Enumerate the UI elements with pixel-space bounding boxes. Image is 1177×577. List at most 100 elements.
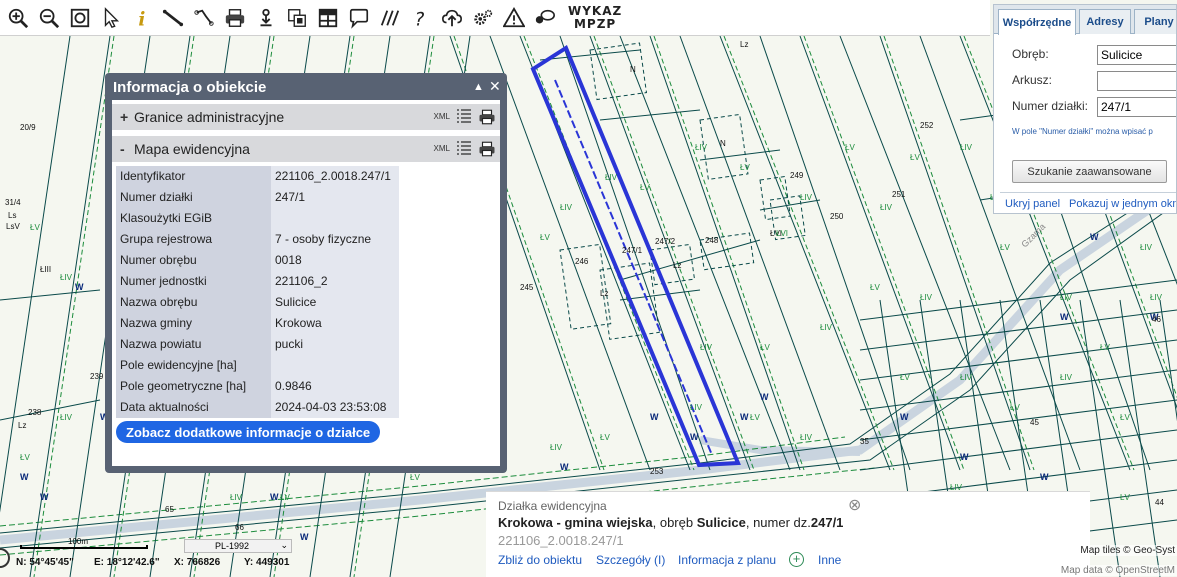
land-class-label: ŁIV (1060, 373, 1073, 382)
parcel-number: 246 (575, 257, 589, 266)
vegetation-symbol: W (75, 282, 84, 292)
more-parcel-info-button[interactable]: Zobacz dodatkowe informacje o działce (116, 421, 381, 443)
arkusz-field[interactable] (1097, 71, 1176, 91)
parcel-number: Lz (740, 40, 748, 49)
warning-icon[interactable] (500, 3, 527, 33)
crs-select[interactable]: PL-1992 ⌄ (184, 539, 292, 553)
land-class-label: ŁV (410, 473, 420, 482)
collapse-icon[interactable]: ▲ (473, 81, 484, 93)
land-class-label: ŁV (845, 143, 855, 152)
zoom-extent-icon[interactable] (66, 3, 93, 33)
measure-ruler-icon[interactable] (159, 3, 186, 33)
vegetation-symbol: W (650, 412, 659, 422)
toolbar: i ? WYKAZ MPZP (0, 0, 990, 36)
hide-panel-link[interactable]: Ukryj panel (1005, 198, 1060, 210)
divider (1000, 192, 1176, 193)
expand-icon: + (120, 109, 129, 125)
section-cadastral-map[interactable]: - Mapa ewidencyjna XML (112, 136, 500, 162)
land-class-label: ŁV (1000, 243, 1010, 252)
field-label-arkusz: Arkusz: (1012, 73, 1053, 87)
land-class-label: ŁIV (690, 403, 703, 412)
attribute-key: Numer obrębu (116, 250, 271, 271)
attribute-row: Data aktualności 2024-04-03 23:53:08 (116, 397, 399, 418)
attribute-key: Klasoużytki EGiB (116, 208, 271, 229)
land-class-label: ŁIV (560, 203, 573, 212)
print-icon[interactable] (478, 140, 496, 158)
coord-e: E: 18°12'42.6" (94, 557, 160, 568)
zoom-in-icon[interactable] (4, 3, 31, 33)
info-icon[interactable]: i (128, 3, 155, 33)
measure-chain-icon[interactable] (190, 3, 217, 33)
list-icon[interactable] (456, 140, 472, 156)
land-class-label: ŁV (760, 343, 770, 352)
land-class-label: ŁV (750, 413, 760, 422)
search-tabs: Współrzędne Adresy Plany (994, 5, 1176, 35)
numer-dzialki-field[interactable] (1097, 97, 1176, 117)
list-icon[interactable] (456, 108, 472, 124)
xml-export-button[interactable]: XML (434, 144, 450, 153)
parcel-number: 247/2 (655, 237, 676, 246)
attribute-value: 247/1 (271, 187, 399, 208)
upload-cloud-icon[interactable] (438, 3, 465, 33)
vegetation-symbol: W (1060, 312, 1069, 322)
help-icon[interactable]: ? (407, 3, 434, 33)
parcel-number: 247/1 (622, 246, 643, 255)
land-class-label: ŁV (1010, 403, 1020, 412)
tab-plany[interactable]: Plany (1134, 9, 1176, 34)
attribution-data: Map data © OpenStreetM (1058, 565, 1177, 576)
search-panel: Współrzędne Adresy Plany Obręb: Arkusz: … (993, 4, 1177, 214)
select-arrow-icon[interactable] (97, 3, 124, 33)
attribute-row: Numer jednostki 221106_2 (116, 271, 399, 292)
vegetation-symbol: W (270, 492, 279, 502)
land-class-label: ŁV (900, 373, 910, 382)
obreb-field[interactable] (1097, 45, 1176, 65)
plan-info-link[interactable]: Informacja z planu (678, 553, 776, 567)
parcel-number: 45 (1030, 418, 1039, 427)
chat-icon[interactable] (345, 3, 372, 33)
object-info-panel: Informacja o obiekcie ▲ ✕ + Granice admi… (105, 73, 507, 473)
land-class-label: ŁV (540, 233, 550, 242)
close-icon[interactable]: ✕ (489, 78, 501, 95)
land-class-label: ŁV (910, 153, 920, 162)
layout-icon[interactable] (314, 3, 341, 33)
comment-icon[interactable] (531, 3, 558, 33)
attribute-value: Sulicice (271, 292, 399, 313)
land-class-label: ŁV (1100, 343, 1110, 352)
parcel-number: Lz (600, 289, 608, 298)
land-class-label: ŁIV (1140, 243, 1153, 252)
wykaz-mpzp-button[interactable]: WYKAZ MPZP (568, 4, 622, 31)
single-window-link[interactable]: Pokazuj w jednym okn (1069, 198, 1176, 210)
advanced-search-button[interactable]: Szukanie zaawansowane (1012, 160, 1167, 183)
land-class-label: ŁIV (60, 413, 73, 422)
parcel-number: 31/4 (5, 198, 21, 207)
coord-n: N: 54°45'45" (16, 557, 74, 568)
details-link[interactable]: Szczegóły (I) (596, 553, 665, 567)
close-icon[interactable]: ⊗ (848, 495, 861, 515)
print-icon[interactable] (478, 108, 496, 126)
vegetation-symbol: W (20, 472, 29, 482)
land-class-label: ŁIV (880, 203, 893, 212)
land-class-label: ŁV (1120, 413, 1130, 422)
hatch-icon[interactable] (376, 3, 403, 33)
print-icon[interactable] (221, 3, 248, 33)
collapse-section-icon: - (120, 141, 125, 157)
parcel-number: 245 (520, 283, 534, 292)
attribute-key: Numer jednostki (116, 271, 271, 292)
plus-icon[interactable]: + (789, 552, 804, 567)
xml-export-button[interactable]: XML (434, 112, 450, 121)
other-link[interactable]: Inne (818, 553, 841, 567)
layers-icon[interactable] (283, 3, 310, 33)
zoom-to-object-link[interactable]: Zbliż do obiektu (498, 553, 582, 567)
tab-adresy[interactable]: Adresy (1079, 9, 1131, 34)
land-class-label: ŁV (280, 493, 290, 502)
pan-hand-icon[interactable] (252, 3, 279, 33)
parcel-number: 250 (830, 212, 844, 221)
attribute-row: Nazwa gminy Krokowa (116, 313, 399, 334)
vegetation-symbol: W (1090, 232, 1099, 242)
search-hint: W pole "Numer działki" można wpisać p (1012, 127, 1153, 136)
zoom-out-icon[interactable] (35, 3, 62, 33)
attribute-key: Nazwa gminy (116, 313, 271, 334)
settings-gears-icon[interactable] (469, 3, 496, 33)
tab-wspolrzedne[interactable]: Współrzędne (998, 9, 1076, 35)
section-administrative-boundaries[interactable]: + Granice administracyjne XML (112, 104, 500, 130)
